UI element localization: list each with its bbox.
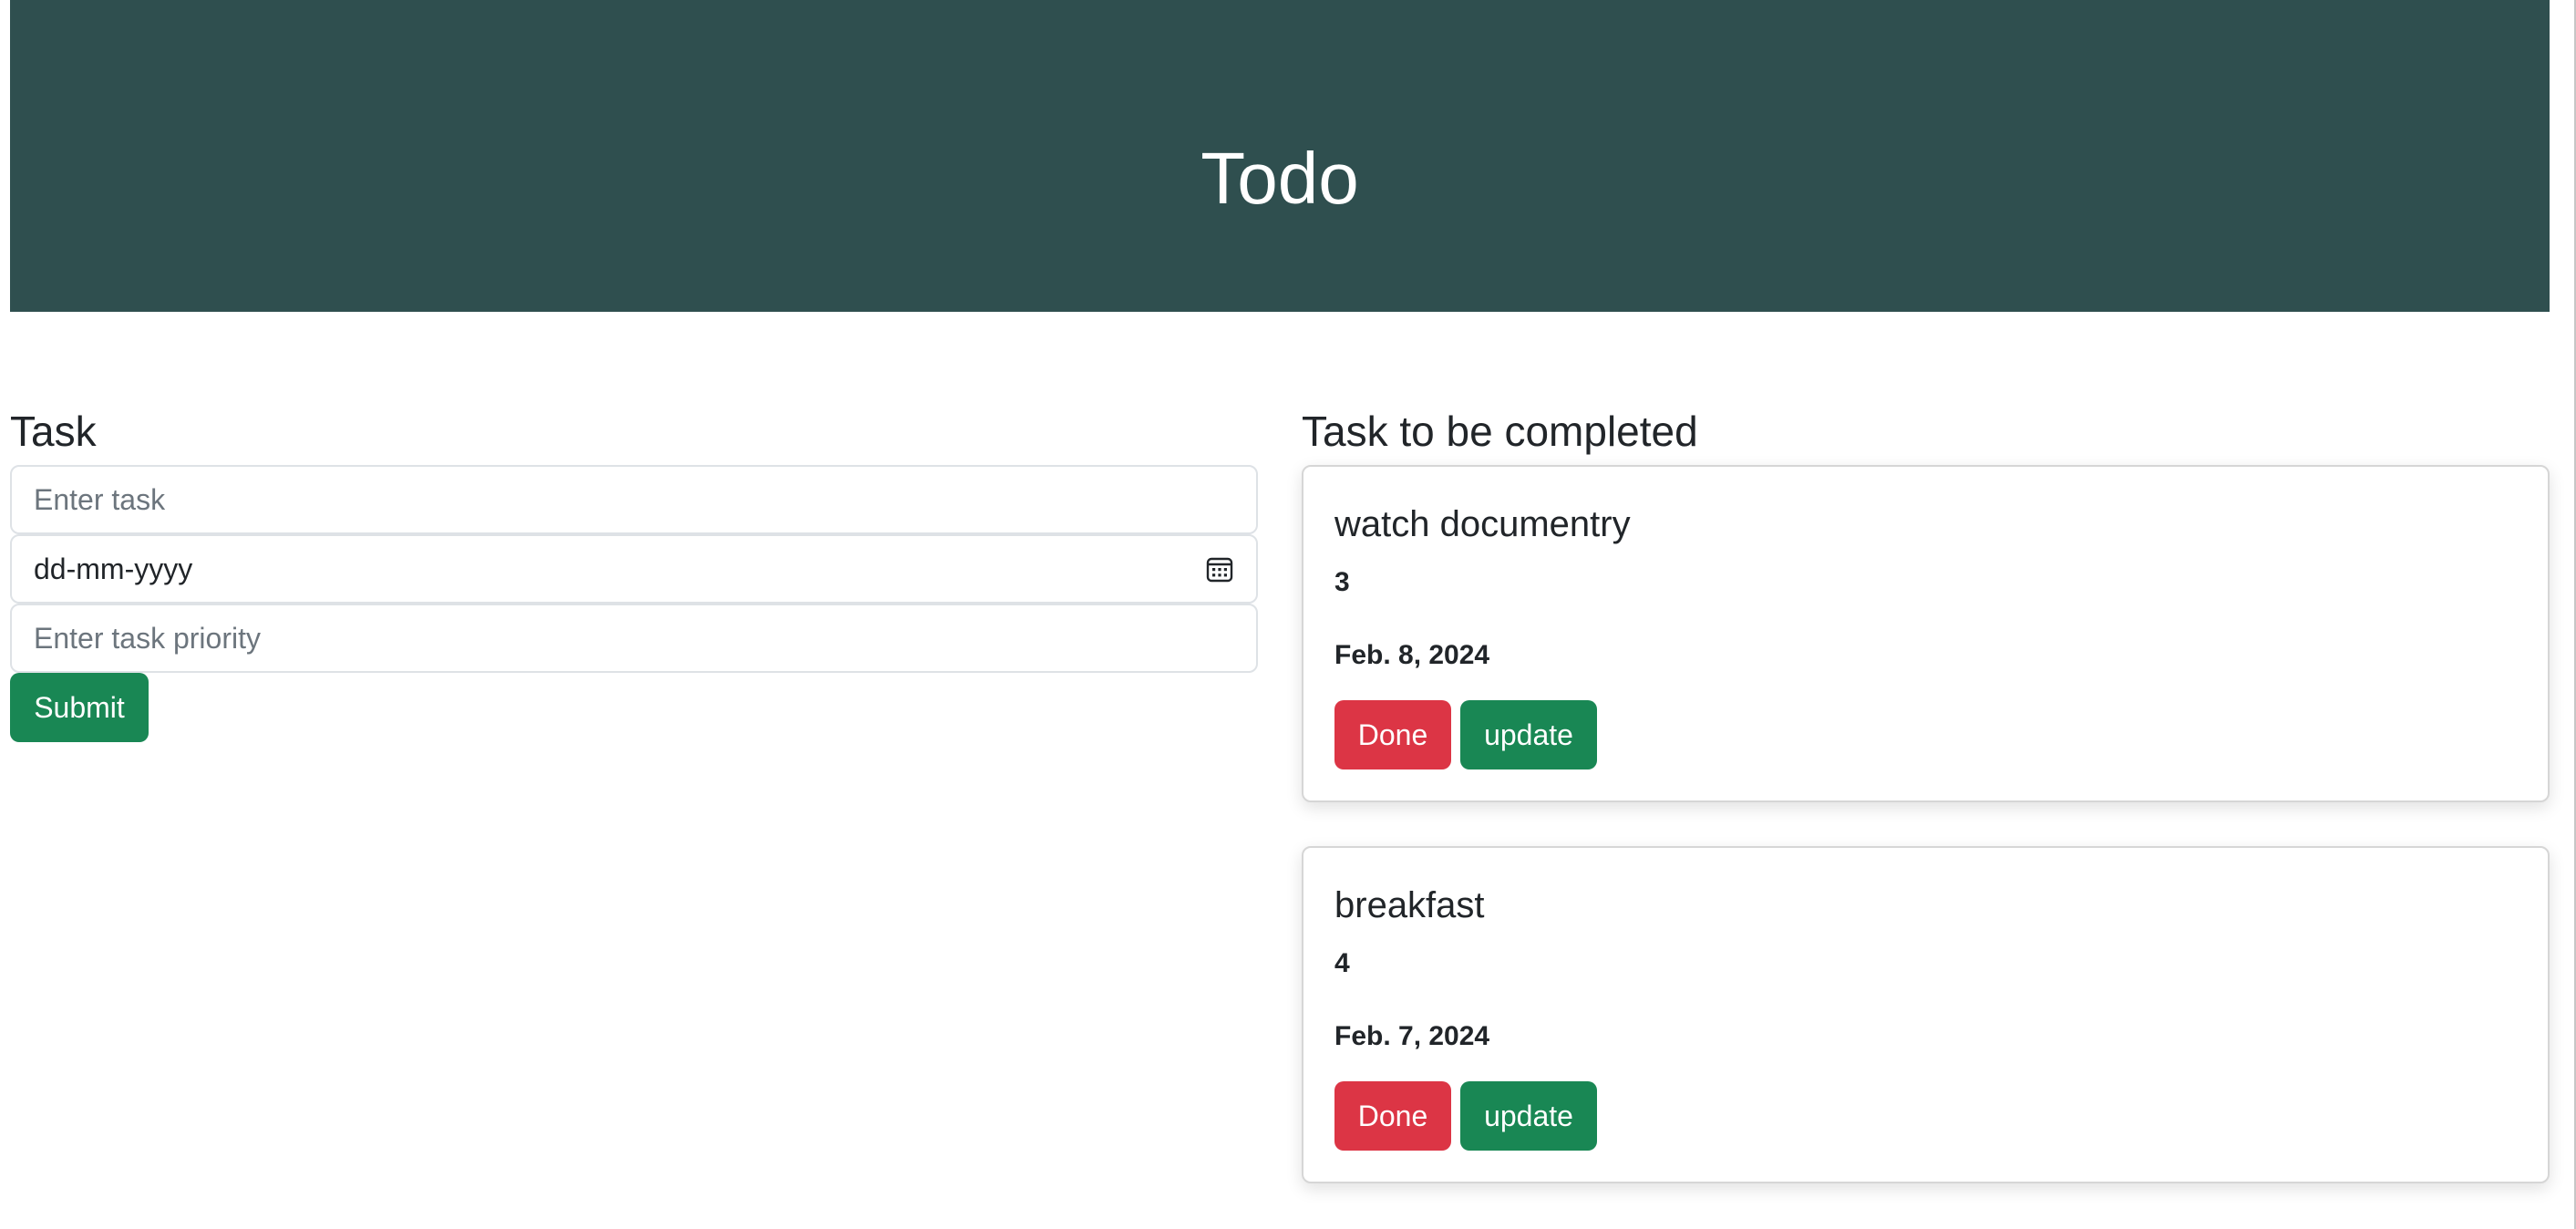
update-button[interactable]: update [1460,700,1597,769]
task-priority: 3 [1334,567,1350,597]
task-input[interactable]: Enter task [10,465,1258,534]
calendar-icon[interactable] [1205,554,1234,584]
done-button[interactable]: Done [1334,1081,1451,1151]
date-input-value: dd-mm-yyyy [34,552,193,585]
task-card: breakfast 4 Feb. 7, 2024 Done update [1302,846,2550,1183]
done-button[interactable]: Done [1334,700,1451,769]
task-form: Task Enter task dd-mm-yyyy Enter task pr… [10,398,1258,742]
date-input[interactable]: dd-mm-yyyy [10,534,1258,604]
task-card: watch documentry 3 Feb. 8, 2024 Done upd… [1302,465,2550,802]
priority-input[interactable]: Enter task priority [10,604,1258,673]
task-list: Task to be completed watch documentry 3 … [1302,398,2550,1227]
task-actions: Done update [1334,1081,2517,1151]
task-name: watch documentry [1334,503,1631,544]
task-input-placeholder: Enter task [34,482,166,516]
form-section-title: Task [10,408,97,455]
page-header: Todo [10,0,2550,312]
task-actions: Done update [1334,700,2517,769]
update-button[interactable]: update [1460,1081,1597,1151]
page-title: Todo [1200,138,1359,219]
priority-input-placeholder: Enter task priority [34,621,261,655]
submit-button[interactable]: Submit [10,673,149,742]
task-name: breakfast [1334,884,1485,925]
task-priority: 4 [1334,948,1350,978]
task-list-title: Task to be completed [1302,408,1698,455]
task-date: Feb. 7, 2024 [1334,1021,1490,1051]
task-date: Feb. 8, 2024 [1334,640,1490,670]
